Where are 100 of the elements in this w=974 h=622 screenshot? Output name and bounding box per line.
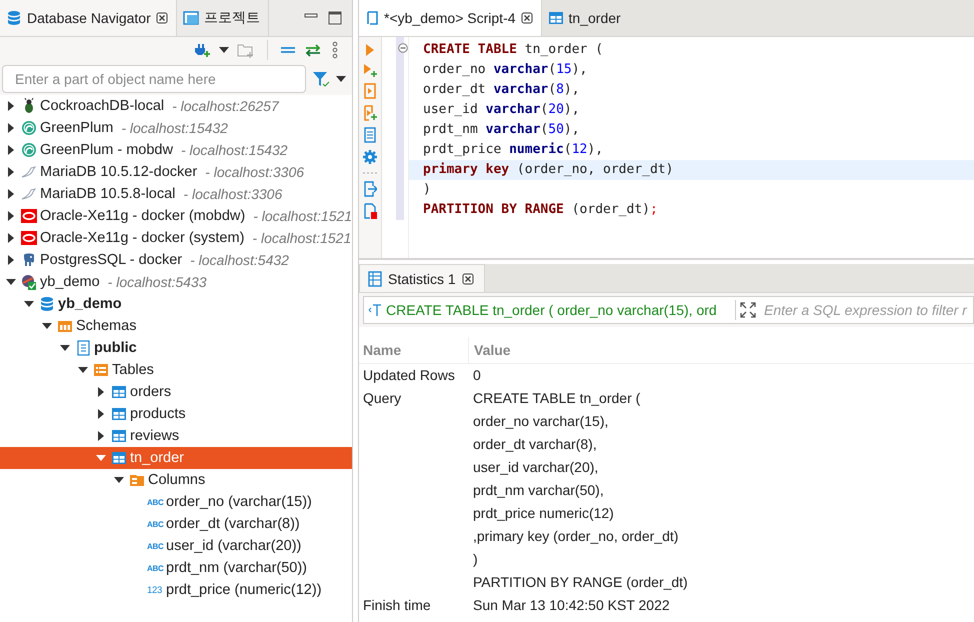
close-icon[interactable] xyxy=(462,272,474,284)
host-label: - localhost:3306 xyxy=(183,186,282,202)
filter-field[interactable]: CREATE TABLE tn_order ( order_no varchar(15), ord Enter a SQL expression to filter r xyxy=(363,296,974,324)
tree-item[interactable]: CockroachDB-local - localhost:26257 xyxy=(0,95,352,117)
tree-item-label: yb_demo xyxy=(40,274,100,290)
fold-toggle-icon[interactable] xyxy=(398,43,408,53)
tree-item-label: MariaDB 10.5.8-local xyxy=(40,186,176,202)
maximize-icon[interactable] xyxy=(328,11,342,25)
tree-item[interactable]: public xyxy=(0,337,352,359)
column-header[interactable]: Value xyxy=(469,342,974,358)
tree-item[interactable]: PostgresSQL - docker - localhost:5432 xyxy=(0,249,352,271)
expand-toggle[interactable] xyxy=(8,145,14,155)
expand-icon[interactable] xyxy=(740,302,756,318)
tree-item[interactable]: GreenPlum - mobdw - localhost:15432 xyxy=(0,139,352,161)
execute-script-new-icon[interactable] xyxy=(363,105,377,121)
execute-new-tab-icon[interactable] xyxy=(363,63,377,77)
tree-item[interactable]: GreenPlum - localhost:15432 xyxy=(0,117,352,139)
column-type-mark: ABC xyxy=(147,542,163,550)
tree-item[interactable]: yb_demo xyxy=(0,293,352,315)
expand-toggle[interactable] xyxy=(98,409,104,419)
tree-item[interactable]: ABC user_id (varchar(20)) xyxy=(0,535,352,557)
object-filter-field[interactable]: Enter a part of object name here xyxy=(2,65,306,93)
columns-folder-icon xyxy=(129,472,145,488)
tree-item[interactable]: Oracle-Xe11g - docker (system) - localhost:1521 xyxy=(0,227,352,249)
tree-item-label: prdt_price (numeric(12)) xyxy=(166,582,322,598)
table-icon xyxy=(111,450,127,466)
expand-toggle[interactable] xyxy=(60,345,70,351)
explain-plan-icon[interactable] xyxy=(363,127,377,143)
host-label: - localhost:15432 xyxy=(180,142,288,158)
expand-toggle[interactable] xyxy=(114,477,124,483)
tree-item[interactable]: Schemas xyxy=(0,315,352,337)
tree-item[interactable]: reviews xyxy=(0,425,352,447)
link-arrows-icon[interactable] xyxy=(304,43,322,57)
menu-icon[interactable] xyxy=(330,41,340,59)
expand-toggle[interactable] xyxy=(98,431,104,441)
host-label: - localhost:5433 xyxy=(108,274,206,290)
tree-item[interactable]: products xyxy=(0,403,352,425)
code-line: CREATE TABLE tn_order ( xyxy=(422,41,604,59)
tree-item[interactable]: orders xyxy=(0,381,352,403)
tree-item[interactable]: MariaDB 10.5.12-docker - localhost:3306 xyxy=(0,161,352,183)
expand-toggle[interactable] xyxy=(98,387,104,397)
dropdown-caret-icon[interactable] xyxy=(336,75,346,83)
expand-toggle[interactable] xyxy=(8,101,14,111)
tree-item-label: MariaDB 10.5.12-docker xyxy=(40,164,198,180)
plug-add-icon[interactable] xyxy=(193,42,211,58)
expand-toggle[interactable] xyxy=(42,323,52,329)
export-icon[interactable] xyxy=(363,181,377,197)
spiral-circle-icon xyxy=(21,120,37,136)
tree-item[interactable]: ABC order_no (varchar(15)) xyxy=(0,491,352,513)
host-label: - localhost:1521 xyxy=(253,208,352,224)
column-header[interactable]: Name xyxy=(359,337,469,363)
tree-item[interactable]: Columns xyxy=(0,469,352,491)
code-line: prdt_nm varchar(50), xyxy=(422,121,581,139)
table-cell-text: Sun Mar 13 10:42:50 KST 2022 xyxy=(472,596,671,615)
expand-toggle[interactable] xyxy=(8,189,14,199)
tree-item-label: Schemas xyxy=(76,318,136,334)
expand-toggle[interactable] xyxy=(8,211,14,221)
filter-icon[interactable] xyxy=(312,70,330,88)
host-label: - localhost:26257 xyxy=(172,98,279,114)
tree-item[interactable]: MariaDB 10.5.8-local - localhost:3306 xyxy=(0,183,352,205)
code-line: ) xyxy=(422,181,432,199)
results-tab[interactable]: Statistics 1 xyxy=(359,264,485,292)
file-warning-icon[interactable] xyxy=(363,203,377,219)
close-icon[interactable] xyxy=(520,12,533,24)
panel-tab[interactable]: Database Navigator xyxy=(0,0,177,36)
expand-toggle[interactable] xyxy=(8,167,14,177)
table-cell-text: Query xyxy=(362,389,402,408)
expand-toggle[interactable] xyxy=(8,233,14,243)
database-check-icon xyxy=(21,274,37,290)
settings-icon[interactable] xyxy=(362,149,378,165)
tree-item[interactable]: ABC order_dt (varchar(8)) xyxy=(0,513,352,535)
close-icon[interactable] xyxy=(156,12,168,24)
tree-item[interactable]: tn_order xyxy=(0,447,352,469)
tree-item-label: Oracle-Xe11g - docker (system) xyxy=(40,230,244,246)
host-label: - localhost:3306 xyxy=(205,164,304,180)
tree-item[interactable]: 123 prdt_price (numeric(12)) xyxy=(0,579,352,601)
editor-tab[interactable]: tn_order xyxy=(542,0,629,36)
collapse-icon[interactable] xyxy=(280,45,296,55)
expand-toggle[interactable] xyxy=(8,255,14,265)
tree-item[interactable]: Tables xyxy=(0,359,352,381)
column-type-mark: ABC xyxy=(147,498,163,506)
tree-item[interactable]: ABC prdt_nm (varchar(50)) xyxy=(0,557,352,579)
expand-toggle[interactable] xyxy=(8,123,14,133)
tree-item-label: order_dt (varchar(8)) xyxy=(166,516,300,532)
host-label: - localhost:5432 xyxy=(190,252,289,268)
editor-tab[interactable]: *<yb_demo> Script-4 xyxy=(359,0,542,36)
code-line: prdt_price numeric(12), xyxy=(422,141,604,159)
dropdown-caret-icon[interactable] xyxy=(219,46,229,54)
tree-item-label: orders xyxy=(130,384,172,400)
table-cell-text: Finish time xyxy=(362,596,432,615)
expand-toggle[interactable] xyxy=(6,279,16,285)
tree-item[interactable]: yb_demo - localhost:5433 xyxy=(0,271,352,293)
tree-item[interactable]: Oracle-Xe11g - docker (mobdw) - localhost:1521 xyxy=(0,205,352,227)
code-line: order_no varchar(15), xyxy=(422,61,588,79)
expand-toggle[interactable] xyxy=(24,301,34,307)
table-icon xyxy=(111,384,127,400)
ring-icon xyxy=(21,230,37,246)
tree-item-label: reviews xyxy=(130,428,180,444)
expand-toggle[interactable] xyxy=(78,367,88,373)
tree-item-label: GreenPlum xyxy=(40,120,114,136)
